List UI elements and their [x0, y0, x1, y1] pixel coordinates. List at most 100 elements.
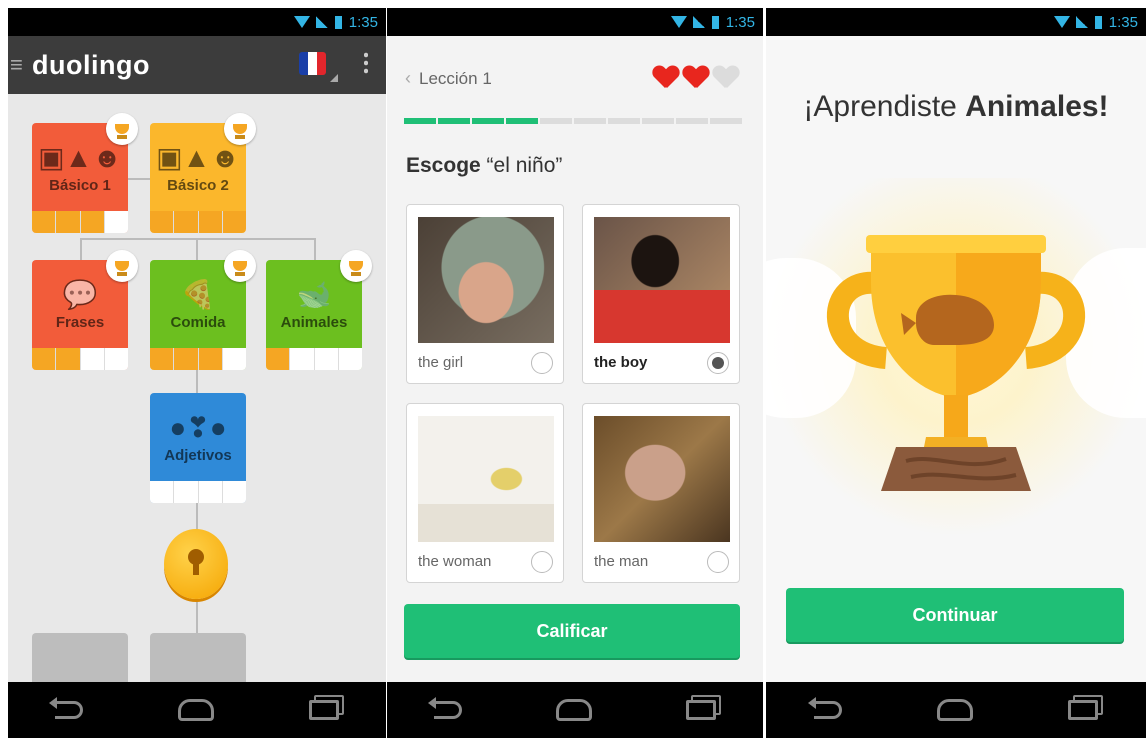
status-time: 1:35	[725, 13, 755, 31]
skill-strength-bar	[150, 211, 246, 233]
system-nav-bar	[8, 682, 386, 738]
battery-icon	[1094, 15, 1102, 29]
status-bar: 1:35	[8, 8, 386, 36]
skill-tree-screen: 1:35 ≡ duolingo ▣▲☻ Básico 1 ▣▲☻ Básico …	[8, 8, 386, 738]
trophy-icon	[224, 250, 256, 282]
option-radio[interactable]	[707, 352, 729, 374]
chevron-left-icon: ‹	[405, 68, 411, 88]
status-bar: 1:35	[766, 8, 1146, 36]
home-icon[interactable]	[556, 699, 592, 721]
answer-option-the-boy[interactable]: the boy	[582, 204, 740, 384]
heart-full-icon	[653, 66, 679, 90]
recent-apps-icon[interactable]	[308, 700, 339, 720]
prompt-verb: Escoge	[406, 154, 481, 177]
skill-complete-screen: 1:35 ¡Aprendiste Animales! Continuar	[766, 8, 1146, 738]
progress-segment	[404, 118, 436, 124]
heart-empty-icon	[713, 66, 739, 90]
trophy-icon	[826, 235, 1086, 491]
skill-strength-bar	[32, 348, 128, 370]
option-radio[interactable]	[531, 551, 553, 573]
skill-name: Comida	[170, 314, 226, 331]
dropdown-caret-icon	[330, 74, 338, 82]
skill-adjetivos[interactable]: ●❣● Adjetivos	[150, 393, 246, 503]
skill-name: Animales	[280, 314, 348, 331]
heart-full-icon	[683, 66, 709, 90]
question-prompt: Escoge “el niño”	[406, 154, 562, 178]
progress-segment	[574, 118, 606, 124]
progress-segment	[540, 118, 572, 124]
status-time: 1:35	[348, 13, 378, 31]
answer-option-the-girl[interactable]: the girl	[406, 204, 564, 384]
progress-segment	[642, 118, 674, 124]
skill-name: Frases	[55, 314, 105, 331]
progress-segment	[438, 118, 470, 124]
tree-connector	[128, 178, 150, 180]
progress-segment	[710, 118, 742, 124]
wifi-icon	[293, 16, 310, 28]
skill-icon: 🐋	[296, 279, 332, 310]
option-label: the man	[594, 553, 649, 570]
trophy-icon	[340, 250, 372, 282]
option-label: the woman	[418, 553, 492, 570]
progress-segment	[608, 118, 640, 124]
skill-strength-bar	[150, 348, 246, 370]
system-nav-bar	[387, 682, 763, 738]
continue-button[interactable]: Continuar	[786, 588, 1124, 642]
skill-icon: ●❣●	[169, 412, 227, 443]
home-icon[interactable]	[177, 699, 214, 721]
check-button[interactable]: Calificar	[404, 604, 740, 658]
option-radio[interactable]	[707, 551, 729, 573]
app-logo: duolingo	[32, 49, 150, 80]
photo-man	[594, 416, 730, 542]
answer-option-the-man[interactable]: the man	[582, 403, 740, 583]
option-radio[interactable]	[531, 352, 553, 374]
hearts-remaining	[653, 66, 739, 90]
skill-name: Adjetivos	[164, 447, 232, 464]
trophy-icon	[106, 250, 138, 282]
app-bar: ≡ duolingo	[8, 36, 386, 94]
recent-apps-icon[interactable]	[1068, 700, 1099, 720]
heading-skill-name: Animales!	[965, 90, 1109, 123]
checkpoint-lock-icon[interactable]	[164, 529, 228, 599]
option-label: the girl	[418, 354, 464, 371]
photo-girl	[418, 217, 554, 343]
status-time: 1:35	[1108, 13, 1138, 31]
lesson-back-button[interactable]: ‹ Lección 1	[405, 68, 492, 89]
french-flag-icon[interactable]	[299, 52, 326, 75]
tree-connector	[80, 238, 316, 240]
back-icon[interactable]	[807, 697, 842, 719]
back-icon[interactable]	[428, 697, 462, 719]
signal-icon	[692, 16, 705, 28]
progress-segment	[472, 118, 504, 124]
skill-strength-bar	[266, 348, 362, 370]
lesson-screen: 1:35 ‹ Lección 1 Escoge “el niño” the gi…	[387, 8, 763, 738]
battery-icon	[334, 15, 342, 29]
overflow-menu-icon[interactable]	[364, 51, 368, 75]
completion-heading: ¡Aprendiste Animales!	[766, 90, 1146, 124]
signal-icon	[1075, 16, 1088, 28]
menu-icon[interactable]: ≡	[10, 52, 26, 78]
home-icon[interactable]	[936, 699, 973, 721]
trophy-icon	[224, 113, 256, 145]
prompt-phrase: “el niño”	[480, 154, 563, 177]
heading-prefix: ¡Aprendiste	[803, 90, 966, 123]
answer-option-the-woman[interactable]: the woman	[406, 403, 564, 583]
recent-apps-icon[interactable]	[686, 700, 716, 720]
lesson-title: Lección 1	[419, 68, 492, 88]
system-nav-bar	[766, 682, 1146, 738]
trophy-icon	[106, 113, 138, 145]
skill-strength-bar	[32, 211, 128, 233]
lesson-progress-bar	[404, 118, 742, 124]
skill-icon: ▣▲☻	[156, 142, 240, 173]
skill-name: Básico 2	[167, 177, 229, 194]
skill-icon: 💬	[62, 279, 98, 310]
photo-woman	[418, 416, 554, 542]
option-label: the boy	[594, 354, 648, 371]
progress-segment	[506, 118, 538, 124]
battery-icon	[711, 15, 719, 29]
status-bar: 1:35	[387, 8, 763, 36]
skill-strength-bar	[150, 481, 246, 503]
back-icon[interactable]	[49, 697, 84, 719]
signal-icon	[315, 16, 328, 28]
photo-boy	[594, 217, 730, 343]
